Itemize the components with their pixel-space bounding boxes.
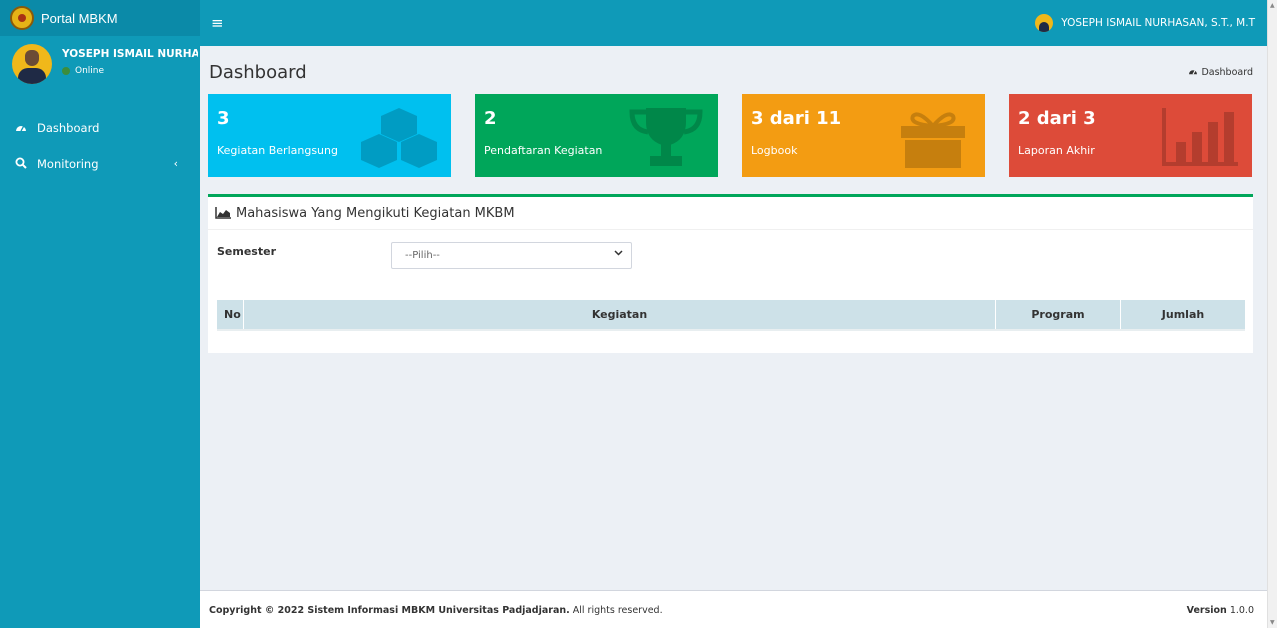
stat-label: Pendaftaran Kegiatan xyxy=(484,144,603,157)
copyright-rest: All rights reserved. xyxy=(569,605,663,616)
topbar: ≡ YOSEPH ISMAIL NURHASAN, S.T., M.T xyxy=(200,0,1267,46)
participants-panel: Mahasiswa Yang Mengikuti Kegiatan MKBM S… xyxy=(208,194,1253,353)
panel-header: Mahasiswa Yang Mengikuti Kegiatan MKBM xyxy=(208,197,1253,230)
copyright: Copyright © 2022 Sistem Informasi MBKM U… xyxy=(209,605,663,616)
copyright-bold: Copyright © 2022 Sistem Informasi MBKM U… xyxy=(209,605,570,616)
cubes-icon xyxy=(361,108,437,168)
user-menu[interactable]: YOSEPH ISMAIL NURHASAN, S.T., M.T xyxy=(1035,14,1255,32)
brand[interactable]: Portal MBKM xyxy=(0,0,200,36)
column-header-kegiatan[interactable]: Kegiatan xyxy=(244,300,996,329)
column-header-jumlah[interactable]: Jumlah xyxy=(1121,300,1245,329)
status-dot-icon xyxy=(62,67,70,75)
sidebar-item-label: Monitoring xyxy=(37,157,99,171)
gift-icon xyxy=(901,112,965,168)
user-name: YOSEPH ISMAIL NURHASAN xyxy=(62,48,198,60)
scrollbar[interactable]: ▲ ▼ xyxy=(1267,0,1277,628)
participants-table-header: No Kegiatan Program Jumlah xyxy=(217,300,1245,331)
user-panel: YOSEPH ISMAIL NURHASAN Online xyxy=(0,36,200,110)
brand-title: Portal MBKM xyxy=(41,10,118,26)
university-logo xyxy=(10,6,34,30)
stat-box-pendaftaran-kegiatan[interactable]: 2 Pendaftaran Kegiatan xyxy=(475,94,718,177)
stat-box-laporan-akhir[interactable]: 2 dari 3 Laporan Akhir xyxy=(1009,94,1252,177)
version-value: 1.0.0 xyxy=(1229,605,1254,616)
dashboard-icon xyxy=(1188,67,1198,78)
stat-number: 3 dari 11 xyxy=(751,108,842,129)
menu-toggle-icon[interactable]: ≡ xyxy=(211,14,224,32)
chevron-down-icon xyxy=(614,249,623,259)
bar-chart-icon xyxy=(1162,108,1238,166)
scroll-down-icon[interactable]: ▼ xyxy=(1270,619,1275,626)
user-status: Online xyxy=(62,66,104,76)
version-label: Version xyxy=(1186,605,1227,616)
page-title: Dashboard xyxy=(209,62,307,83)
stat-number: 2 dari 3 xyxy=(1018,108,1096,129)
stat-number: 3 xyxy=(217,108,230,129)
column-header-program[interactable]: Program xyxy=(996,300,1121,329)
stat-box-kegiatan-berlangsung[interactable]: 3 Kegiatan Berlangsung xyxy=(208,94,451,177)
breadcrumb-label: Dashboard xyxy=(1201,67,1253,78)
sidebar-item-dashboard[interactable]: Dashboard xyxy=(0,110,200,146)
panel-title: Mahasiswa Yang Mengikuti Kegiatan MKBM xyxy=(236,205,515,221)
search-icon xyxy=(15,157,29,172)
stat-box-logbook[interactable]: 3 dari 11 Logbook xyxy=(742,94,985,177)
avatar xyxy=(12,44,52,84)
user-avatar xyxy=(1035,14,1054,32)
sidebar: Portal MBKM YOSEPH ISMAIL NURHASAN Onlin… xyxy=(0,0,200,628)
status-label: Online xyxy=(75,66,105,76)
sidebar-item-label: Dashboard xyxy=(37,121,100,135)
stat-label: Kegiatan Berlangsung xyxy=(217,144,338,157)
scroll-up-icon[interactable]: ▲ xyxy=(1270,2,1275,9)
trophy-icon xyxy=(629,108,703,166)
area-chart-icon xyxy=(215,207,231,219)
stat-label: Logbook xyxy=(751,144,798,157)
column-header-no[interactable]: No xyxy=(217,300,244,329)
semester-label: Semester xyxy=(217,245,276,258)
stat-number: 2 xyxy=(484,108,497,129)
dashboard-icon xyxy=(15,121,29,135)
version: Version 1.0.0 xyxy=(1187,605,1254,616)
sidebar-item-monitoring[interactable]: Monitoring ‹ xyxy=(0,146,200,182)
semester-select[interactable]: --Pilih-- xyxy=(391,242,632,269)
select-value: --Pilih-- xyxy=(405,250,440,261)
user-menu-name: YOSEPH ISMAIL NURHASAN, S.T., M.T xyxy=(1061,17,1255,29)
chevron-left-icon[interactable]: ‹ xyxy=(174,157,178,170)
breadcrumb[interactable]: Dashboard xyxy=(1188,67,1253,78)
main-content: Dashboard Dashboard 3 Kegiatan Berlangsu… xyxy=(200,46,1267,590)
stat-label: Laporan Akhir xyxy=(1018,144,1095,157)
footer: Copyright © 2022 Sistem Informasi MBKM U… xyxy=(200,590,1267,628)
